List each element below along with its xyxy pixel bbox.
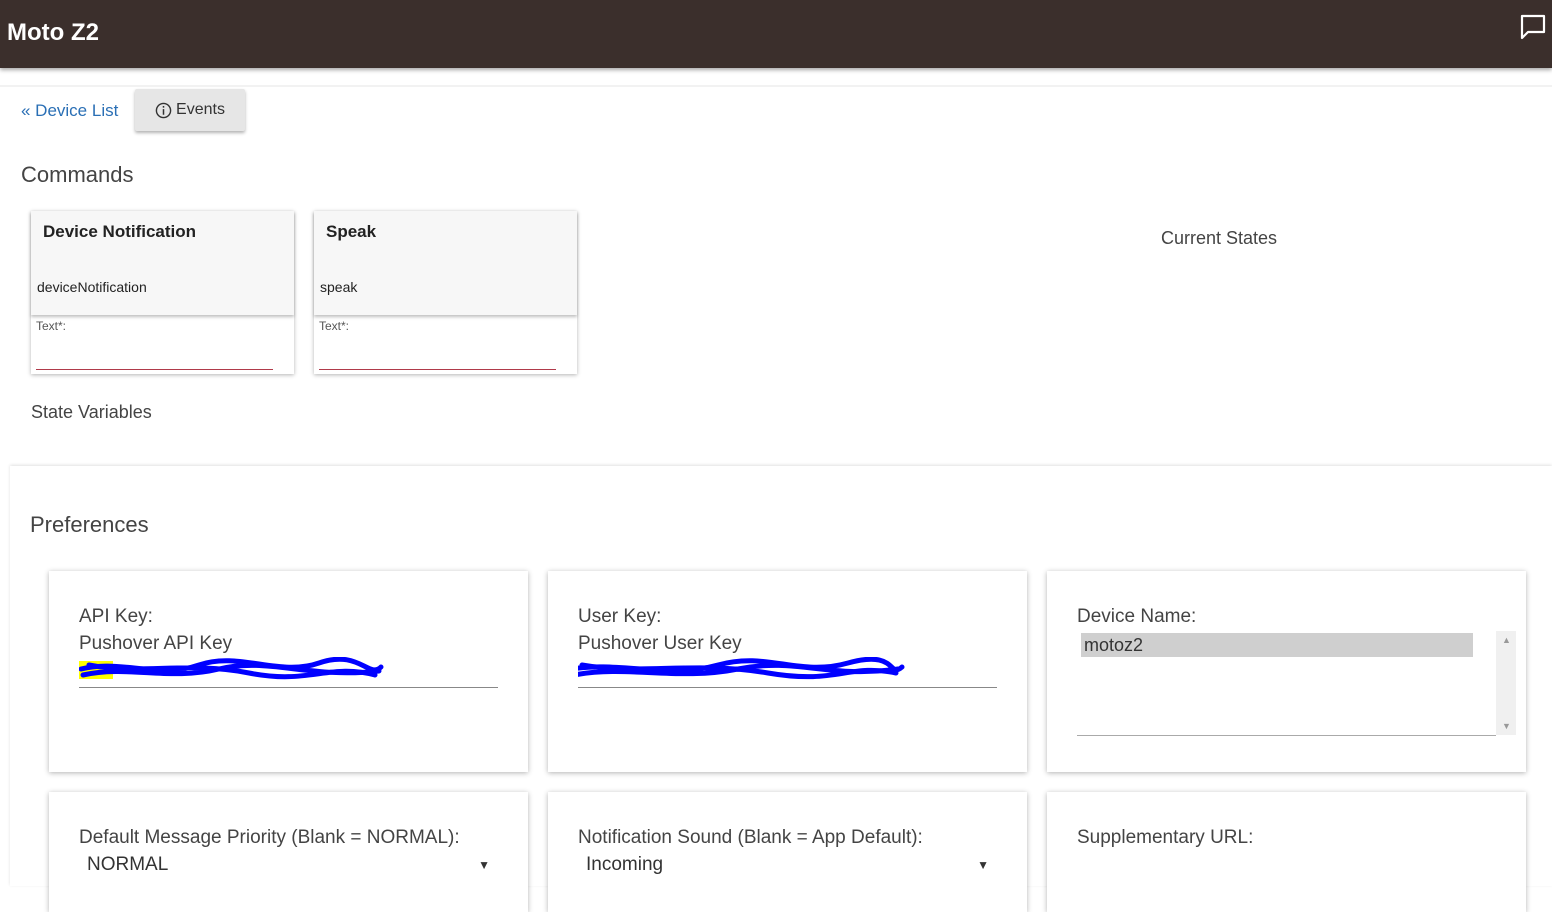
- device-name-listbox[interactable]: motoz2 ▲ ▼: [1077, 631, 1516, 736]
- device-name-card: Device Name: motoz2 ▲ ▼: [1047, 571, 1526, 772]
- api-key-title: API Key:: [79, 606, 153, 627]
- divider: [0, 85, 1552, 87]
- chat-bubble-icon[interactable]: [1519, 13, 1547, 41]
- user-key-input[interactable]: [578, 657, 997, 688]
- speak-text-input[interactable]: [319, 339, 556, 370]
- user-key-sublabel: Pushover User Key: [578, 633, 742, 654]
- events-button[interactable]: Events: [135, 89, 245, 131]
- device-list-link[interactable]: « Device List: [21, 101, 118, 121]
- command-method: deviceNotification: [37, 279, 147, 295]
- app-header: Moto Z2: [0, 0, 1552, 68]
- user-key-title: User Key:: [578, 606, 662, 627]
- api-key-sublabel: Pushover API Key: [79, 633, 233, 654]
- command-method: speak: [320, 279, 358, 295]
- sound-select[interactable]: Incoming ▼: [586, 854, 989, 876]
- preferences-heading: Preferences: [30, 512, 149, 537]
- priority-select[interactable]: NORMAL ▼: [87, 854, 490, 876]
- device-name-option-selected[interactable]: motoz2: [1081, 633, 1473, 657]
- state-variables-heading: State Variables: [31, 402, 152, 422]
- device-notification-text-input[interactable]: [36, 339, 273, 370]
- sound-value: Incoming: [586, 854, 664, 875]
- command-speak-button[interactable]: Speak speak: [314, 211, 577, 315]
- param-label: Text*:: [319, 319, 350, 333]
- scroll-up-icon[interactable]: ▲: [1502, 635, 1511, 645]
- priority-value: NORMAL: [87, 854, 169, 875]
- redaction-scribble: [578, 657, 905, 680]
- commands-heading: Commands: [21, 162, 134, 187]
- scroll-down-icon[interactable]: ▼: [1502, 721, 1511, 731]
- sound-card: Notification Sound (Blank = App Default)…: [548, 792, 1027, 912]
- priority-card: Default Message Priority (Blank = NORMAL…: [49, 792, 528, 912]
- api-key-label: API Key: Pushover API Key: [79, 603, 232, 657]
- dropdown-arrow-icon: ▼: [977, 858, 989, 872]
- dropdown-arrow-icon: ▼: [478, 858, 490, 872]
- command-name: Speak: [326, 222, 377, 241]
- supplementary-url-label: Supplementary URL:: [1077, 827, 1254, 848]
- param-label: Text*:: [36, 319, 67, 333]
- api-key-card: API Key: Pushover API Key: [49, 571, 528, 772]
- redaction-scribble: [79, 657, 384, 680]
- user-key-card: User Key: Pushover User Key: [548, 571, 1027, 772]
- command-device-notification-button[interactable]: Device Notification deviceNotification: [31, 211, 294, 315]
- user-key-label: User Key: Pushover User Key: [578, 603, 742, 657]
- command-card-speak: Speak speak Text*:: [314, 211, 577, 374]
- command-name: Device Notification: [43, 222, 197, 241]
- sound-label: Notification Sound (Blank = App Default)…: [578, 827, 923, 848]
- device-name-label: Device Name:: [1077, 606, 1197, 627]
- api-key-input[interactable]: [79, 657, 498, 688]
- listbox-scrollbar[interactable]: ▲ ▼: [1496, 631, 1516, 735]
- supplementary-url-card: Supplementary URL:: [1047, 792, 1526, 912]
- priority-label: Default Message Priority (Blank = NORMAL…: [79, 827, 460, 848]
- events-button-label: Events: [176, 101, 225, 118]
- current-states-heading: Current States: [1161, 228, 1278, 248]
- page-title: Moto Z2: [7, 19, 99, 46]
- info-icon: [155, 102, 172, 118]
- command-card-device-notification: Device Notification deviceNotification T…: [31, 211, 294, 374]
